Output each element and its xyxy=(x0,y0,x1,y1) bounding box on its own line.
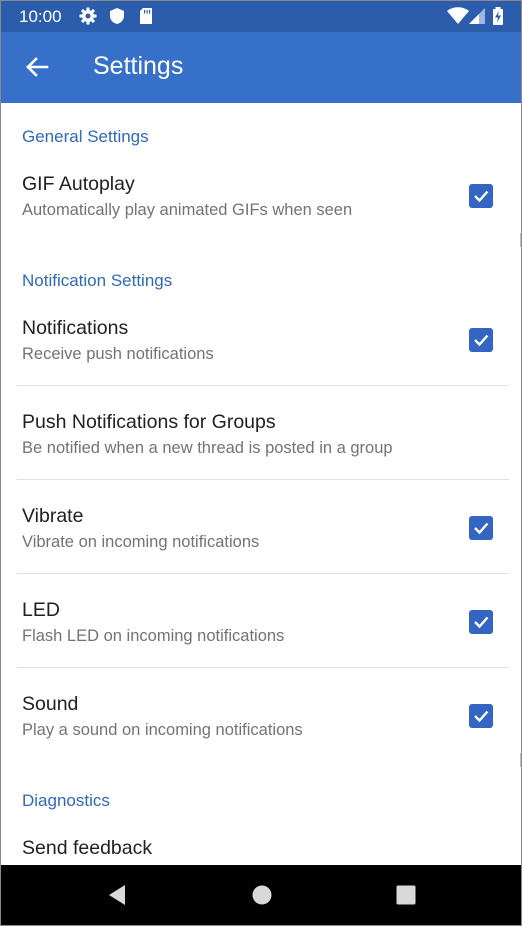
pref-title: Send feedback xyxy=(22,837,153,859)
vibrate-checkbox[interactable] xyxy=(469,516,493,540)
gear-icon xyxy=(79,7,97,25)
pref-summary: Play a sound on incoming notifications xyxy=(22,721,303,739)
section-header-notification: Notification Settings xyxy=(22,271,173,290)
sd-card-icon xyxy=(137,7,155,25)
pref-title: GIF Autoplay xyxy=(22,173,135,195)
gif-autoplay-checkbox[interactable] xyxy=(469,184,493,208)
status-time: 10:00 xyxy=(19,7,62,26)
back-arrow-icon[interactable] xyxy=(19,49,55,85)
divider xyxy=(17,385,509,386)
checkmark-icon xyxy=(474,616,489,629)
pref-summary: Vibrate on incoming notifications xyxy=(22,533,260,551)
pref-summary: Receive push notifications xyxy=(22,345,214,363)
recents-square-icon[interactable] xyxy=(394,883,418,907)
back-triangle-icon[interactable] xyxy=(105,883,129,907)
wifi-icon xyxy=(447,7,469,25)
battery-charging-icon xyxy=(492,7,504,25)
checkmark-icon xyxy=(474,710,489,723)
pref-title: LED xyxy=(22,599,60,621)
navigation-bar xyxy=(1,865,521,925)
signal-icon xyxy=(468,7,486,25)
pref-summary: Be notified when a new thread is posted … xyxy=(22,439,393,457)
app-bar: Settings xyxy=(1,32,521,103)
notifications-checkbox[interactable] xyxy=(469,328,493,352)
section-header-diagnostics: Diagnostics xyxy=(22,791,110,810)
home-circle-icon[interactable] xyxy=(250,883,274,907)
shield-icon xyxy=(108,7,126,25)
pref-title: Sound xyxy=(22,693,79,715)
pref-title: Vibrate xyxy=(22,505,84,527)
checkmark-icon xyxy=(474,334,489,347)
page-title: Settings xyxy=(93,52,184,80)
pref-summary: Automatically play animated GIFs when se… xyxy=(22,201,353,219)
checkmark-icon xyxy=(474,190,489,203)
led-checkbox[interactable] xyxy=(469,610,493,634)
status-bar: 10:00 xyxy=(1,1,521,32)
checkmark-icon xyxy=(474,522,489,535)
pref-summary: Flash LED on incoming notifications xyxy=(22,627,285,645)
divider xyxy=(17,667,509,668)
divider xyxy=(17,479,509,480)
sound-checkbox[interactable] xyxy=(469,704,493,728)
pref-title: Notifications xyxy=(22,317,129,339)
pref-title: Push Notifications for Groups xyxy=(22,411,276,433)
phone-screen: 10:00 Settings General Settings GIF Auto… xyxy=(0,0,522,926)
section-header-general: General Settings xyxy=(22,127,149,146)
divider xyxy=(17,573,509,574)
